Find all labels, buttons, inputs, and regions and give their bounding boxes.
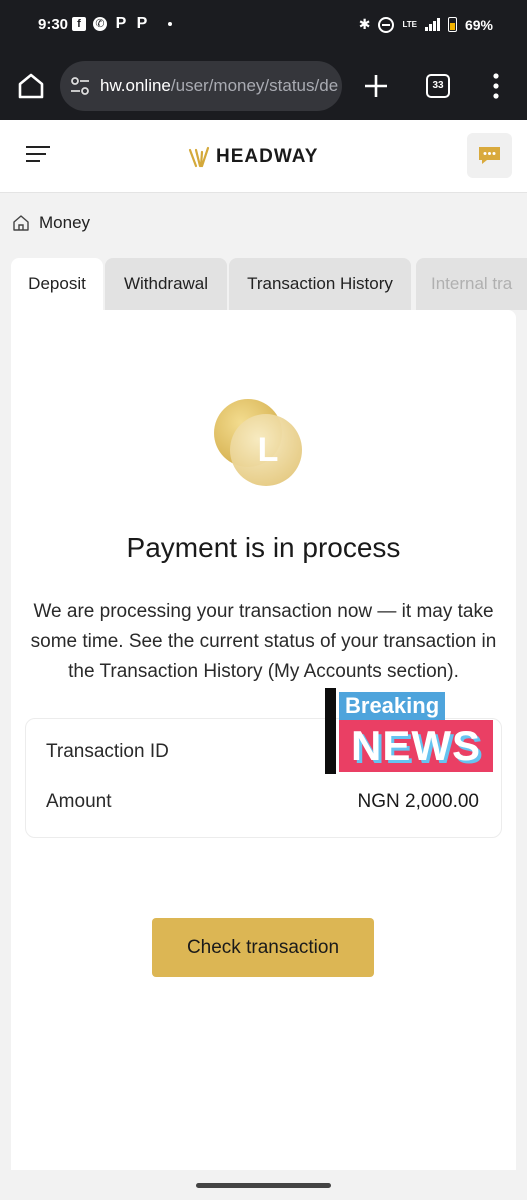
coin-clock-icon: L (214, 399, 302, 486)
transaction-id-label: Transaction ID (46, 741, 169, 762)
site-header: HEADWAY (0, 120, 527, 193)
address-bar[interactable]: hw.online/user/money/status/de (60, 61, 342, 111)
site-settings-icon[interactable] (70, 77, 90, 95)
tab-switcher-button[interactable]: 33 (426, 74, 450, 98)
status-title: Payment is in process (126, 532, 401, 563)
url-path: /user/money/status/de (170, 76, 339, 95)
new-tab-icon[interactable] (361, 71, 391, 101)
url-domain: hw.online (100, 76, 171, 95)
logo-text: HEADWAY (216, 146, 319, 167)
do-not-disturb-icon (378, 16, 395, 33)
browser-toolbar: hw.online/user/money/status/de 33 (0, 54, 527, 120)
status-time: 9:30 (38, 16, 69, 33)
whatsapp-icon: ✆ (93, 17, 107, 31)
gesture-bar (0, 1170, 527, 1200)
tab-internal-transfer[interactable]: Internal tra (416, 258, 527, 310)
amount-label: Amount (46, 791, 112, 812)
home-icon[interactable] (14, 69, 48, 103)
battery-percent: 69% (464, 16, 493, 33)
paypal-icon: P (136, 15, 148, 32)
paypal-icon: P (115, 15, 127, 32)
menu-icon[interactable] (26, 146, 50, 164)
sticker-bar (325, 688, 336, 774)
sticker-news-text: NEWS (339, 720, 493, 772)
detail-row-amount: Amount NGN 2,000.00 (46, 791, 479, 817)
coin-letter: L (258, 431, 279, 469)
money-tabs: Deposit Withdrawal Transaction History I… (11, 258, 527, 310)
home-gesture-handle[interactable] (196, 1183, 331, 1188)
notification-icons: f ✆ P P (72, 15, 172, 32)
system-icons: ✱ LTE 69% (359, 16, 493, 33)
chat-button[interactable] (467, 133, 512, 178)
more-notifications-dot (168, 22, 172, 26)
status-message: We are processing your transaction now —… (30, 601, 497, 682)
url-text[interactable]: hw.online/user/money/status/de (100, 76, 340, 96)
tab-deposit[interactable]: Deposit (11, 258, 103, 310)
sticker-breaking-text: Breaking (339, 692, 446, 720)
home-outline-icon[interactable] (11, 213, 31, 233)
breadcrumb: Money (11, 213, 90, 233)
lte-icon: LTE (402, 19, 417, 29)
tab-withdrawal[interactable]: Withdrawal (105, 258, 227, 310)
headway-logo-mark (188, 146, 210, 168)
bluetooth-icon: ✱ (358, 16, 371, 32)
facebook-icon: f (72, 17, 86, 31)
amount-value: NGN 2,000.00 (357, 791, 479, 812)
breadcrumb-money[interactable]: Money (39, 213, 90, 233)
chat-icon (479, 147, 500, 164)
more-vert-icon[interactable] (489, 71, 503, 101)
status-bar: 9:30 f ✆ P P ✱ LTE 69% (0, 0, 527, 54)
breaking-news-sticker: Breaking NEWS (325, 688, 495, 776)
battery-icon (447, 17, 457, 32)
tab-transaction-history[interactable]: Transaction History (229, 258, 411, 310)
headway-logo[interactable]: HEADWAY (188, 144, 318, 170)
signal-icon (424, 18, 440, 31)
check-transaction-button[interactable]: Check transaction (152, 918, 374, 977)
